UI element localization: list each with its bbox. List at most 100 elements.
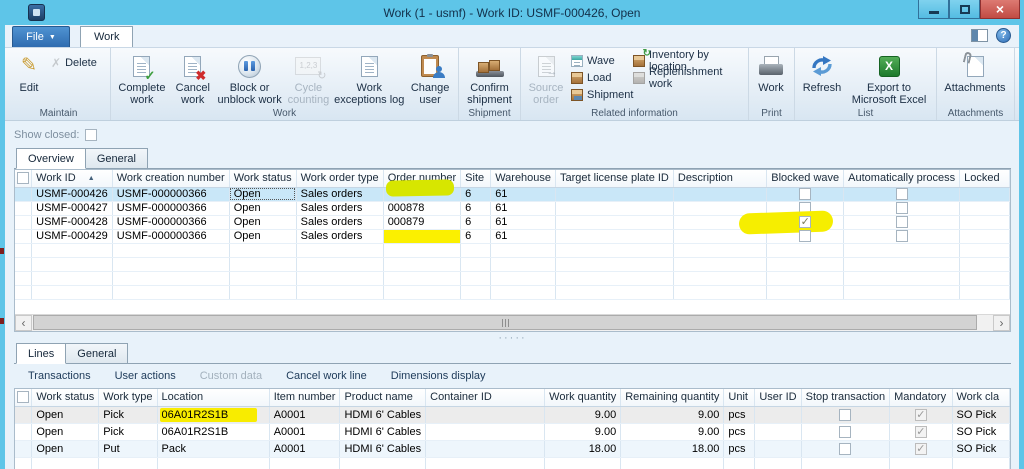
cell-work_order_type[interactable]: Sales orders bbox=[296, 215, 384, 230]
column-header-locked[interactable]: Locked bbox=[959, 170, 1010, 188]
column-header-blocked_wave[interactable]: Blocked wave bbox=[766, 170, 845, 188]
cell-warehouse[interactable]: 61 bbox=[490, 201, 557, 216]
cell-locked[interactable] bbox=[959, 229, 1010, 244]
cell-creation_number[interactable]: USMF-000000366 bbox=[112, 229, 230, 244]
cell-site[interactable]: 6 bbox=[460, 229, 492, 244]
cell-locked[interactable] bbox=[959, 187, 1010, 202]
delete-button[interactable]: ✗ Delete bbox=[48, 54, 100, 71]
cell-target_lp[interactable] bbox=[555, 229, 674, 244]
cell-work_type[interactable]: Pick bbox=[98, 423, 158, 441]
maximize-button[interactable] bbox=[949, 0, 980, 19]
column-header-work_status[interactable]: Work status bbox=[229, 170, 297, 188]
column-header-creation_number[interactable]: Work creation number bbox=[112, 170, 230, 188]
cell-location[interactable]: Pack bbox=[157, 440, 270, 458]
column-header-work_order_type[interactable]: Work order type bbox=[296, 170, 384, 188]
grid-row[interactable]: Open Put Pack A0001 HDMI 6' Cables 18.00 18.00… bbox=[15, 440, 1010, 458]
cell-mandatory[interactable] bbox=[889, 440, 953, 458]
cell-remaining_qty[interactable]: 18.00 bbox=[620, 440, 725, 458]
cell-product_name[interactable]: HDMI 6' Cables bbox=[339, 423, 427, 441]
column-header-item_number[interactable]: Item number bbox=[269, 389, 341, 407]
select-all-checkbox[interactable] bbox=[15, 170, 33, 188]
grid-row[interactable]: USMF-000426 USMF-000000366 Open Sales order… bbox=[15, 187, 1010, 202]
row-selector[interactable] bbox=[15, 187, 33, 202]
cell-work_qty[interactable]: 9.00 bbox=[544, 406, 622, 424]
cell-target_lp[interactable] bbox=[555, 201, 674, 216]
cell-auto_process[interactable] bbox=[843, 229, 961, 244]
refresh-button[interactable]: Refresh bbox=[798, 50, 846, 106]
show-closed-checkbox[interactable] bbox=[85, 129, 98, 141]
column-header-product_name[interactable]: Product name bbox=[339, 389, 427, 407]
cell-blocked_wave[interactable] bbox=[766, 187, 845, 202]
cell-remaining_qty[interactable]: 9.00 bbox=[620, 423, 725, 441]
action-transactions[interactable]: Transactions bbox=[16, 366, 103, 386]
scrollbar-track[interactable] bbox=[32, 315, 993, 331]
cell-locked[interactable] bbox=[959, 215, 1010, 230]
grid-row[interactable]: USMF-000427 USMF-000000366 Open Sales order… bbox=[15, 201, 1010, 216]
cell-warehouse[interactable]: 61 bbox=[490, 215, 557, 230]
cell-work_id[interactable]: USMF-000429 bbox=[31, 229, 113, 244]
column-header-auto_process[interactable]: Automatically process bbox=[843, 170, 961, 188]
cell-item_number[interactable]: A0001 bbox=[269, 423, 341, 441]
column-header-work_type[interactable]: Work type bbox=[98, 389, 158, 407]
select-all-checkbox[interactable] bbox=[15, 389, 33, 407]
load-button[interactable]: Load bbox=[568, 69, 630, 86]
column-header-container_id[interactable]: Container ID bbox=[425, 389, 546, 407]
cell-work_class[interactable]: SO Pick bbox=[952, 423, 1010, 441]
file-menu-button[interactable]: File ▼ bbox=[12, 26, 70, 47]
cell-work_id[interactable]: USMF-000428 bbox=[31, 215, 113, 230]
cell-order_number[interactable]: 000878 bbox=[383, 201, 462, 216]
cell-container_id[interactable] bbox=[425, 423, 546, 441]
row-selector[interactable] bbox=[15, 229, 33, 244]
grid-row[interactable]: USMF-000429 USMF-000000366 Open Sales order… bbox=[15, 229, 1010, 244]
grid-row[interactable]: Open Pick 06A01R2S1B A0001 HDMI 6' Cables 9.0… bbox=[15, 423, 1010, 441]
column-header-user_id[interactable]: User ID bbox=[754, 389, 802, 407]
cell-description[interactable] bbox=[673, 187, 768, 202]
cell-unit[interactable]: pcs bbox=[723, 423, 756, 441]
cell-work_order_type[interactable]: Sales orders bbox=[296, 201, 384, 216]
row-selector[interactable] bbox=[15, 215, 33, 230]
cell-work_class[interactable]: SO Pick bbox=[952, 406, 1010, 424]
action-custom-data[interactable]: Custom data bbox=[188, 366, 274, 386]
cell-creation_number[interactable]: USMF-000000366 bbox=[112, 201, 230, 216]
cell-warehouse[interactable]: 61 bbox=[490, 187, 557, 202]
cell-auto_process[interactable] bbox=[843, 215, 961, 230]
work-exceptions-log-button[interactable]: Work exceptions log bbox=[333, 50, 405, 106]
cell-product_name[interactable]: HDMI 6' Cables bbox=[339, 440, 427, 458]
checkbox-mandatory[interactable] bbox=[914, 425, 927, 438]
minimize-button[interactable] bbox=[918, 0, 949, 19]
cell-work_status[interactable]: Open bbox=[229, 229, 297, 244]
cell-user_id[interactable] bbox=[754, 406, 802, 424]
cell-work_status[interactable]: Open bbox=[31, 440, 100, 458]
column-header-location[interactable]: Location bbox=[157, 389, 270, 407]
tab-work[interactable]: Work bbox=[80, 26, 134, 47]
column-header-remaining_qty[interactable]: Remaining quantity bbox=[620, 389, 725, 407]
cell-stop_transaction[interactable] bbox=[801, 423, 891, 441]
action-user-actions[interactable]: User actions bbox=[103, 366, 188, 386]
layout-panes-icon[interactable] bbox=[971, 29, 988, 42]
column-header-warehouse[interactable]: Warehouse bbox=[490, 170, 557, 188]
tab-general-top[interactable]: General bbox=[84, 148, 148, 169]
column-header-description[interactable]: Description bbox=[673, 170, 768, 188]
cell-work_status[interactable]: Open bbox=[229, 187, 297, 202]
cell-work_qty[interactable]: 9.00 bbox=[544, 423, 622, 441]
cell-work_order_type[interactable]: Sales orders bbox=[296, 229, 384, 244]
cell-work_status[interactable]: Open bbox=[229, 201, 297, 216]
cell-item_number[interactable]: A0001 bbox=[269, 440, 341, 458]
cell-target_lp[interactable] bbox=[555, 215, 674, 230]
attachments-button[interactable]: Attachments bbox=[940, 50, 1010, 106]
column-header-target_lp[interactable]: Target license plate ID bbox=[555, 170, 674, 188]
cell-mandatory[interactable] bbox=[889, 423, 953, 441]
confirm-shipment-button[interactable]: Confirm shipment bbox=[462, 50, 517, 106]
row-selector[interactable] bbox=[15, 440, 33, 458]
wave-button[interactable]: Wave bbox=[568, 52, 630, 69]
cell-item_number[interactable]: A0001 bbox=[269, 406, 341, 424]
cell-work_id[interactable]: USMF-000427 bbox=[31, 201, 113, 216]
scrollbar-thumb[interactable] bbox=[33, 315, 977, 330]
cell-work_status[interactable]: Open bbox=[229, 215, 297, 230]
cell-remaining_qty[interactable]: 9.00 bbox=[620, 406, 725, 424]
checkbox-stop_transaction[interactable] bbox=[839, 425, 852, 438]
cell-blocked_wave[interactable] bbox=[766, 215, 845, 230]
column-header-work_qty[interactable]: Work quantity bbox=[544, 389, 622, 407]
column-header-work_status[interactable]: Work status bbox=[31, 389, 100, 407]
complete-work-button[interactable]: ✓ Complete work bbox=[114, 50, 170, 106]
